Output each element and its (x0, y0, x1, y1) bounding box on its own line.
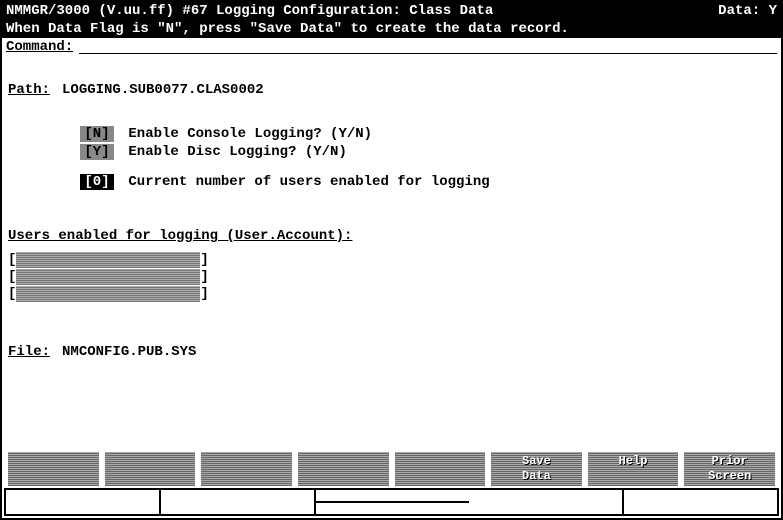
disc-logging-field[interactable]: [Y] (80, 144, 114, 160)
bottom-status-bar (4, 488, 779, 516)
console-logging-field[interactable]: [N] (80, 126, 114, 142)
bottom-seg-1 (6, 490, 161, 514)
command-input[interactable] (79, 40, 777, 54)
fkey-2[interactable] (105, 452, 196, 486)
hint-bar: When Data Flag is "N", press "Save Data"… (2, 20, 781, 38)
path-label: Path: (8, 82, 50, 98)
data-flag: Data: Y (718, 3, 777, 19)
fkey-1[interactable] (8, 452, 99, 486)
title-bar: NMMGR/3000 (V.uu.ff) #67 Logging Configu… (2, 2, 781, 20)
user-count-field: [0] (80, 174, 114, 190)
command-line: Command: (2, 38, 781, 56)
user-field-row: [] (8, 252, 775, 268)
disc-logging-label: Enable Disc Logging? (Y/N) (128, 144, 346, 160)
user-field-3[interactable] (16, 286, 200, 302)
fkey-3[interactable] (201, 452, 292, 486)
fkey-prior-screen[interactable]: PriorScreen (684, 452, 775, 486)
user-count-label: Current number of users enabled for logg… (128, 174, 489, 190)
bottom-seg-mid (316, 490, 469, 514)
user-field-2[interactable] (16, 269, 200, 285)
file-label: File: (8, 344, 50, 360)
bottom-seg-5 (624, 490, 777, 514)
path-value: LOGGING.SUB0077.CLAS0002 (62, 82, 264, 98)
fkey-save-data[interactable]: SaveData (491, 452, 582, 486)
fkey-5[interactable] (395, 452, 486, 486)
users-section-label: Users enabled for logging (User.Account)… (8, 228, 775, 244)
command-label: Command: (6, 39, 73, 55)
user-field-row: [] (8, 286, 775, 302)
function-key-row: SaveData Help PriorScreen (4, 452, 779, 486)
file-value: NMCONFIG.PUB.SYS (62, 344, 196, 360)
bottom-seg-2 (161, 490, 316, 514)
user-field-1[interactable] (16, 252, 200, 268)
screen-title: NMMGR/3000 (V.uu.ff) #67 Logging Configu… (6, 3, 493, 19)
console-logging-label: Enable Console Logging? (Y/N) (128, 126, 372, 142)
bottom-seg-4 (469, 490, 624, 514)
fkey-help[interactable]: Help (588, 452, 679, 486)
user-field-row: [] (8, 269, 775, 285)
fkey-4[interactable] (298, 452, 389, 486)
